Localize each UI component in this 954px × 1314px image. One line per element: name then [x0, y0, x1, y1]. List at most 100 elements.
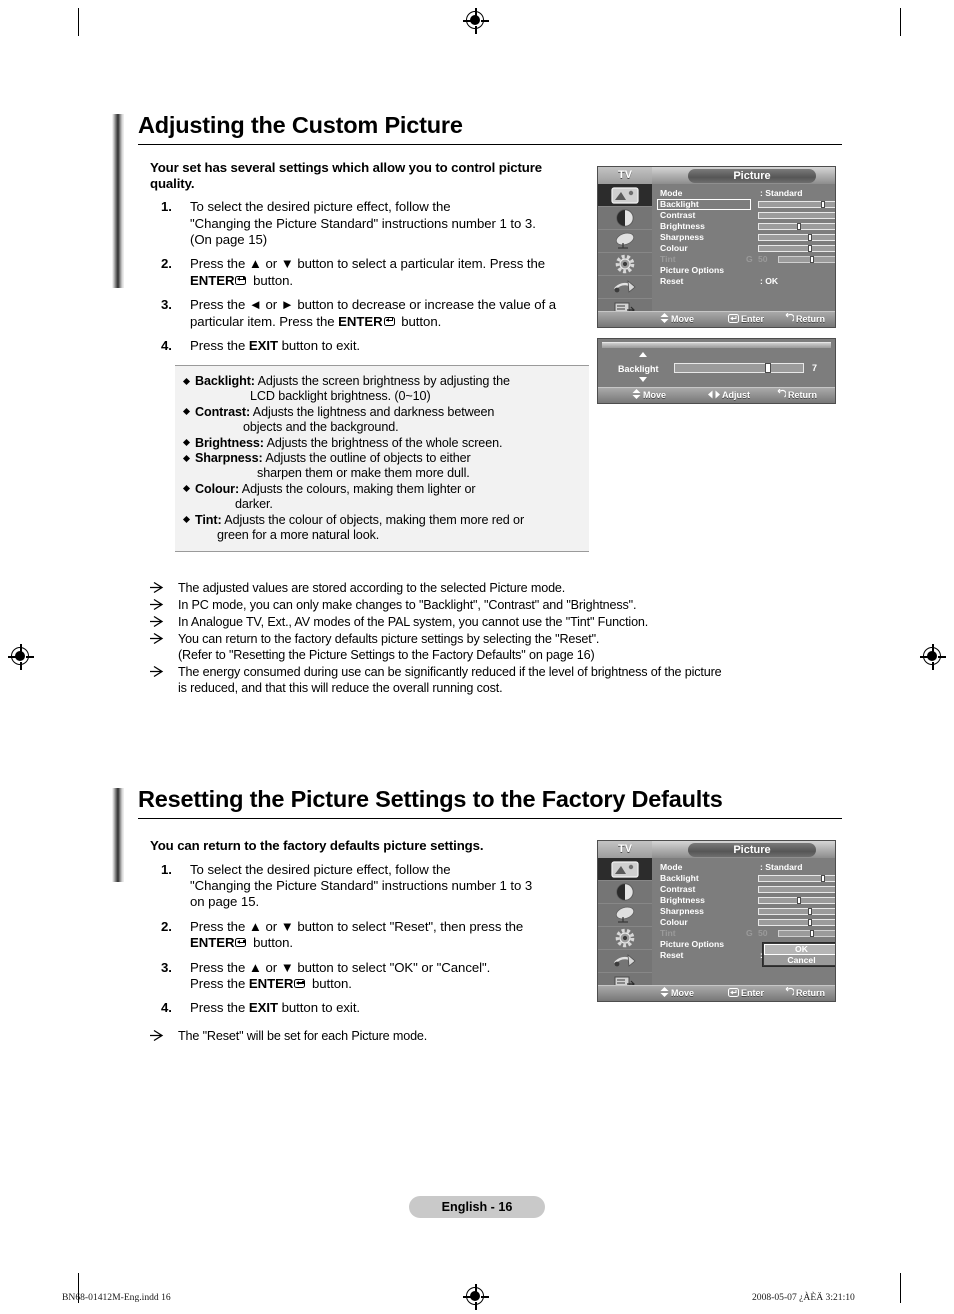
contrast-slider[interactable] — [758, 212, 835, 220]
tint-slider[interactable] — [778, 256, 835, 264]
osd-row-colour[interactable]: Colour 50 — [652, 243, 835, 254]
osd-row-backlight[interactable]: Backlight 7 — [652, 199, 835, 210]
reset-cancel-option[interactable]: Cancel — [764, 955, 835, 965]
osd-move-hint: Move — [632, 388, 666, 403]
input-icon[interactable] — [598, 276, 652, 299]
brightness-slider[interactable] — [758, 223, 835, 231]
osd-row-mode[interactable]: Mode : Standard — [652, 188, 835, 199]
reset-ok-option[interactable]: OK — [764, 944, 835, 955]
sound-icon[interactable] — [598, 881, 652, 904]
osd-move-label: Move — [671, 988, 695, 998]
osd-row-brightness[interactable]: Brightness 45 — [652, 221, 835, 232]
note-text: In PC mode, you can only make changes to… — [178, 598, 637, 612]
section1-lead-text: Your set has several settings which allo… — [150, 160, 542, 191]
note-text-cont: is reduced, and that this will reduce th… — [178, 681, 503, 695]
osd-row-picture-options[interactable]: Picture Options — [652, 265, 835, 276]
manual-page: Adjusting the Custom Picture Your set ha… — [0, 0, 954, 1314]
step-item: 2. Press the ▲ or ▼ button to select a p… — [150, 256, 580, 289]
note-bullet-icon — [150, 615, 164, 628]
backlight-slider[interactable] — [758, 201, 835, 209]
step-line: button to exit. — [278, 338, 361, 354]
input-icon[interactable] — [598, 950, 652, 973]
section2-header: Resetting the Picture Settings to the Fa… — [112, 786, 842, 822]
step-line: To select the desired picture effect, fo… — [190, 199, 451, 215]
osd-return-label: Return — [796, 988, 825, 998]
osd-row-label: Sharpness — [660, 232, 704, 242]
osd-row-label: Colour — [660, 243, 688, 253]
picture-icon[interactable] — [598, 184, 652, 207]
picture-icon[interactable] — [598, 858, 652, 881]
osd-row-brightness[interactable]: Brightness 45 — [652, 895, 835, 906]
definition-text: Adjusts the brightness of the whole scre… — [266, 435, 503, 450]
osd-move-hint: Move — [660, 312, 694, 327]
setup-icon[interactable] — [598, 927, 652, 950]
osd-row-label: Reset — [660, 950, 684, 960]
definition-item: Backlight: Adjusts the screen brightness… — [181, 374, 581, 405]
enter-key-label: ENTER — [190, 935, 235, 951]
note-item: The "Reset" will be set for each Picture… — [145, 1028, 580, 1044]
osd-row-tint[interactable]: Tint G 50 R 50 — [652, 254, 835, 265]
osd-row-contrast[interactable]: Contrast 95 — [652, 210, 835, 221]
colour-slider[interactable] — [758, 245, 835, 253]
sound-icon[interactable] — [598, 207, 652, 230]
osd-adjust-label: Adjust — [722, 390, 750, 400]
setup-icon[interactable] — [598, 253, 652, 276]
osd-tv-label: TV — [598, 167, 652, 184]
osd-footer-bar: Move Enter Return — [598, 985, 835, 1001]
sharpness-slider[interactable] — [758, 234, 835, 242]
osd-row-label: Picture Options — [660, 939, 724, 949]
registration-mark-icon — [463, 1284, 489, 1310]
step-item: 1. To select the desired picture effect,… — [150, 199, 580, 248]
step-number: 2. — [161, 256, 172, 272]
step-line: on page 15. — [190, 894, 260, 910]
sharpness-slider[interactable] — [758, 908, 835, 916]
osd-row-sharpness[interactable]: Sharpness 50 — [652, 232, 835, 243]
tint-green-value: 50 — [758, 254, 768, 264]
section2-steps: 1. To select the desired picture effect,… — [150, 862, 580, 1017]
colour-slider[interactable] — [758, 919, 835, 927]
step-line: button to exit. — [278, 1000, 361, 1016]
enter-icon — [383, 316, 397, 327]
footer-filename: BN68-01412M-Eng.indd 16 — [62, 1292, 171, 1303]
step-line: Press the — [190, 976, 249, 992]
contrast-slider[interactable] — [758, 886, 835, 894]
crop-mark — [900, 8, 902, 36]
osd-row-tint[interactable]: Tint G 50 R 50 — [652, 928, 835, 939]
osd-row-reset[interactable]: Reset : OK — [652, 276, 835, 287]
osd-footer-bar: Move Enter Return — [598, 311, 835, 327]
enter-key-label: ENTER — [248, 976, 294, 992]
osd-picture-menu-screenshot: TV Picture Mode: Standard Backlight Con… — [597, 166, 836, 328]
osd-row-backlight[interactable]: Backlight 7 — [652, 873, 835, 884]
step-line: To select the desired picture effect, fo… — [190, 861, 451, 877]
definitions-box: Backlight: Adjusts the screen brightness… — [175, 365, 589, 553]
osd-menu-body: Mode : Standard Backlight 7 Contrast 95 — [652, 184, 835, 327]
channel-icon[interactable] — [598, 230, 652, 253]
tint-slider[interactable] — [778, 930, 835, 938]
brightness-slider[interactable] — [758, 897, 835, 905]
definition-item: Contrast: Adjusts the lightness and dark… — [181, 405, 581, 436]
step-item: 4. Press the EXIT button to exit. — [150, 1000, 580, 1016]
osd-move-label: Move — [671, 314, 695, 324]
step-line: button. — [308, 976, 352, 992]
registration-mark-icon — [920, 644, 946, 670]
registration-mark-icon — [463, 8, 489, 34]
osd-row-colour[interactable]: Colour 50 — [652, 917, 835, 928]
section2-side-accent — [112, 822, 124, 882]
tint-green-value: 50 — [758, 928, 768, 938]
up-down-arrow-icon — [660, 987, 669, 997]
channel-icon[interactable] — [598, 904, 652, 927]
note-text: The adjusted values are stored according… — [178, 581, 566, 595]
backlight-slider[interactable] — [674, 363, 804, 373]
backlight-slider[interactable] — [758, 875, 835, 883]
bullet-diamond-icon — [182, 516, 191, 524]
osd-enter-hint: Enter — [728, 986, 764, 1001]
osd-row-contrast[interactable]: Contrast 95 — [652, 884, 835, 895]
definition-term: Colour: — [195, 481, 240, 496]
osd-row-sharpness[interactable]: Sharpness 50 — [652, 906, 835, 917]
enter-key-label: ENTER — [338, 313, 383, 329]
osd-row-mode[interactable]: Mode : Standard — [652, 862, 835, 873]
step-number: 4. — [161, 338, 172, 354]
osd-title: Picture — [688, 168, 816, 183]
definition-text: objects and the background. — [243, 420, 399, 435]
osd-return-hint: Return — [784, 986, 825, 1001]
